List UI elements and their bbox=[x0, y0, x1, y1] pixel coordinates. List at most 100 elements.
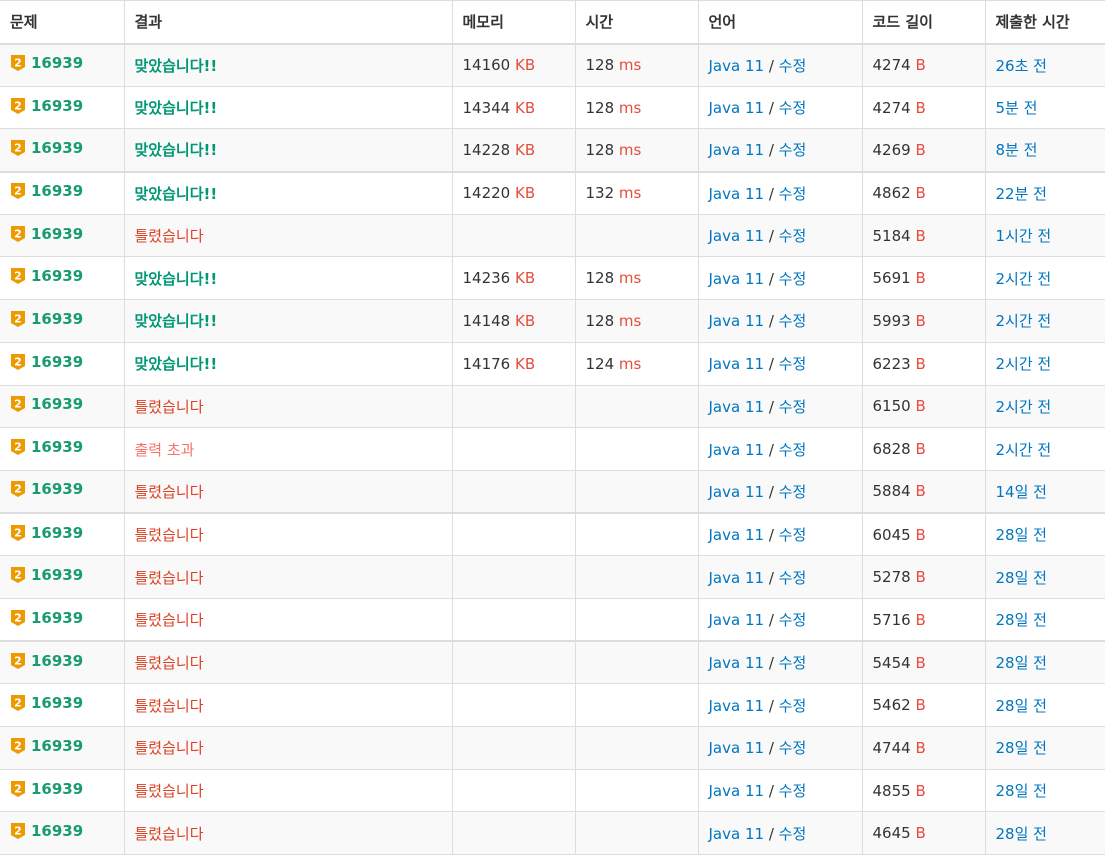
edit-link[interactable]: 수정 bbox=[779, 611, 807, 629]
problem-link[interactable]: 2 16939 bbox=[10, 780, 83, 798]
problem-link[interactable]: 2 16939 bbox=[10, 822, 83, 840]
table-body: 2 16939 맞았습니다!! 14160 KB 128 ms Java 11 … bbox=[0, 43, 1105, 855]
code-length-unit: B bbox=[915, 781, 926, 800]
time-unit: ms bbox=[618, 184, 642, 203]
edit-link[interactable]: 수정 bbox=[779, 57, 807, 75]
language-link[interactable]: Java 11 bbox=[709, 185, 765, 203]
problem-link[interactable]: 2 16939 bbox=[10, 652, 83, 670]
edit-link[interactable]: 수정 bbox=[779, 227, 807, 245]
problem-link[interactable]: 2 16939 bbox=[10, 54, 83, 72]
submitted-time-link[interactable]: 28일 전 bbox=[996, 782, 1047, 800]
language-link[interactable]: Java 11 bbox=[709, 483, 765, 501]
table-row: 2 16939 틀렸습니다 Java 11 / 수정 5716 B 28일 전 bbox=[0, 598, 1105, 642]
problem-link[interactable]: 2 16939 bbox=[10, 524, 83, 542]
edit-link[interactable]: 수정 bbox=[779, 569, 807, 587]
submitted-time-link[interactable]: 5분 전 bbox=[996, 99, 1038, 117]
edit-link[interactable]: 수정 bbox=[779, 825, 807, 843]
problem-link[interactable]: 2 16939 bbox=[10, 737, 83, 755]
submitted-time-link[interactable]: 28일 전 bbox=[996, 825, 1047, 843]
edit-link[interactable]: 수정 bbox=[779, 654, 807, 672]
language-link[interactable]: Java 11 bbox=[709, 227, 765, 245]
language-link[interactable]: Java 11 bbox=[709, 99, 765, 117]
language-link[interactable]: Java 11 bbox=[709, 270, 765, 288]
language-link[interactable]: Java 11 bbox=[709, 739, 765, 757]
problem-link[interactable]: 2 16939 bbox=[10, 267, 83, 285]
language-link[interactable]: Java 11 bbox=[709, 697, 765, 715]
problem-cell: 2 16939 bbox=[0, 128, 125, 173]
problem-link[interactable]: 2 16939 bbox=[10, 353, 83, 371]
language-link[interactable]: Java 11 bbox=[709, 57, 765, 75]
code-length-unit: B bbox=[915, 568, 926, 587]
language-link[interactable]: Java 11 bbox=[709, 611, 765, 629]
language-cell: Java 11 / 수정 bbox=[697, 385, 863, 429]
edit-link[interactable]: 수정 bbox=[779, 270, 807, 288]
header-problem: 문제 bbox=[0, 0, 125, 45]
submitted-time-link[interactable]: 2시간 전 bbox=[996, 441, 1052, 459]
edit-link[interactable]: 수정 bbox=[779, 483, 807, 501]
memory-cell bbox=[451, 427, 576, 471]
submitted-time-link[interactable]: 28일 전 bbox=[996, 526, 1047, 544]
language-link[interactable]: Java 11 bbox=[709, 398, 765, 416]
submitted-time-link[interactable]: 14일 전 bbox=[996, 483, 1047, 501]
svg-text:2: 2 bbox=[14, 441, 22, 454]
language-link[interactable]: Java 11 bbox=[709, 526, 765, 544]
problem-link[interactable]: 2 16939 bbox=[10, 97, 83, 115]
submitted-time-link[interactable]: 2시간 전 bbox=[996, 270, 1052, 288]
svg-text:2: 2 bbox=[14, 739, 22, 752]
problem-link[interactable]: 2 16939 bbox=[10, 395, 83, 413]
language-link[interactable]: Java 11 bbox=[709, 441, 765, 459]
language-link[interactable]: Java 11 bbox=[709, 569, 765, 587]
memory-cell: 14176 KB bbox=[451, 342, 576, 386]
language-link[interactable]: Java 11 bbox=[709, 782, 765, 800]
submitted-time-link[interactable]: 2시간 전 bbox=[996, 398, 1052, 416]
problem-link[interactable]: 2 16939 bbox=[10, 694, 83, 712]
svg-text:2: 2 bbox=[14, 141, 22, 154]
table-row: 2 16939 틀렸습니다 Java 11 / 수정 6150 B 2시간 전 bbox=[0, 385, 1105, 429]
submitted-time-link[interactable]: 22분 전 bbox=[996, 185, 1047, 203]
edit-link[interactable]: 수정 bbox=[779, 141, 807, 159]
problem-link[interactable]: 2 16939 bbox=[10, 566, 83, 584]
submitted-time-link[interactable]: 8분 전 bbox=[996, 141, 1038, 159]
edit-link[interactable]: 수정 bbox=[779, 441, 807, 459]
edit-link[interactable]: 수정 bbox=[779, 526, 807, 544]
submitted-time-link[interactable]: 28일 전 bbox=[996, 739, 1047, 757]
submitted-time-link[interactable]: 1시간 전 bbox=[996, 227, 1052, 245]
submitted-time-link[interactable]: 28일 전 bbox=[996, 611, 1047, 629]
edit-link[interactable]: 수정 bbox=[779, 185, 807, 203]
submitted-time-link[interactable]: 28일 전 bbox=[996, 697, 1047, 715]
edit-link[interactable]: 수정 bbox=[779, 782, 807, 800]
header-result: 결과 bbox=[123, 0, 453, 45]
language-link[interactable]: Java 11 bbox=[709, 654, 765, 672]
problem-link[interactable]: 2 16939 bbox=[10, 609, 83, 627]
edit-link[interactable]: 수정 bbox=[779, 739, 807, 757]
edit-link[interactable]: 수정 bbox=[779, 312, 807, 330]
submitted-time-link[interactable]: 28일 전 bbox=[996, 569, 1047, 587]
language-link[interactable]: Java 11 bbox=[709, 141, 765, 159]
language-separator: / bbox=[768, 312, 779, 331]
svg-text:2: 2 bbox=[14, 355, 22, 368]
submitted-time-link[interactable]: 26초 전 bbox=[996, 57, 1047, 75]
language-link[interactable]: Java 11 bbox=[709, 355, 765, 373]
result-text: 틀렸습니다 bbox=[134, 227, 204, 246]
code-length-value: 6828 bbox=[872, 440, 911, 459]
problem-link[interactable]: 2 16939 bbox=[10, 182, 83, 200]
problem-id: 16939 bbox=[31, 523, 84, 542]
edit-link[interactable]: 수정 bbox=[779, 355, 807, 373]
edit-link[interactable]: 수정 bbox=[779, 697, 807, 715]
problem-link[interactable]: 2 16939 bbox=[10, 438, 83, 456]
submitted-time-link[interactable]: 2시간 전 bbox=[996, 355, 1052, 373]
problem-link[interactable]: 2 16939 bbox=[10, 225, 83, 243]
submitted-time-link[interactable]: 28일 전 bbox=[996, 654, 1047, 672]
result-cell: 틀렸습니다 bbox=[123, 683, 453, 727]
submitted-time-link[interactable]: 2시간 전 bbox=[996, 312, 1052, 330]
language-link[interactable]: Java 11 bbox=[709, 825, 765, 843]
problem-link[interactable]: 2 16939 bbox=[10, 139, 83, 157]
edit-link[interactable]: 수정 bbox=[779, 398, 807, 416]
problem-link[interactable]: 2 16939 bbox=[10, 310, 83, 328]
problem-link[interactable]: 2 16939 bbox=[10, 480, 83, 498]
result-text: 틀렸습니다 bbox=[134, 568, 204, 587]
tier-badge-icon: 2 bbox=[11, 737, 25, 754]
language-link[interactable]: Java 11 bbox=[709, 312, 765, 330]
edit-link[interactable]: 수정 bbox=[779, 99, 807, 117]
language-cell: Java 11 / 수정 bbox=[697, 299, 863, 343]
